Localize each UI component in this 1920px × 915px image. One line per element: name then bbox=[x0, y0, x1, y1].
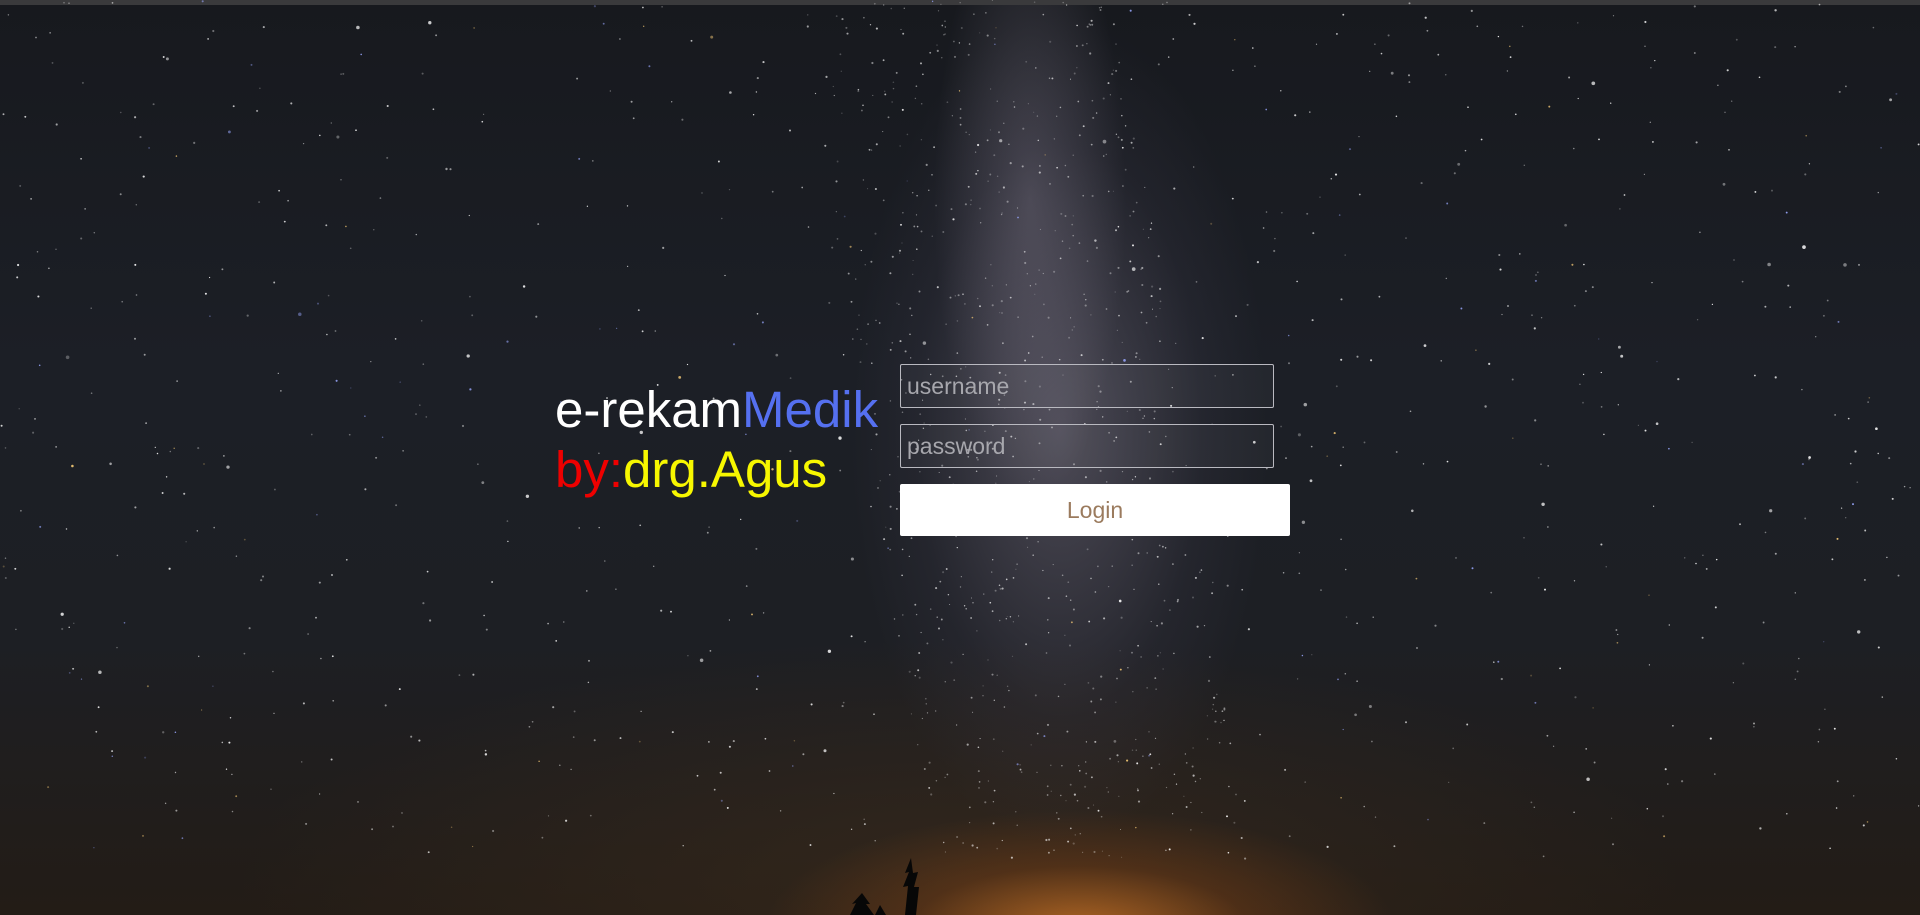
app-brand: e-rekamMedik by:drg.Agus bbox=[555, 380, 878, 500]
brand-title-part-erekam: e-rekam bbox=[555, 381, 743, 438]
brand-title: e-rekamMedik bbox=[555, 380, 878, 440]
brand-author: by:drg.Agus bbox=[555, 440, 878, 500]
brand-title-part-medik: Medik bbox=[742, 381, 879, 438]
login-button[interactable]: Login bbox=[900, 484, 1290, 536]
brand-author-name: drg.Agus bbox=[623, 441, 828, 498]
brand-author-prefix: by: bbox=[555, 441, 624, 498]
password-input[interactable] bbox=[900, 424, 1274, 468]
username-input[interactable] bbox=[900, 364, 1274, 408]
